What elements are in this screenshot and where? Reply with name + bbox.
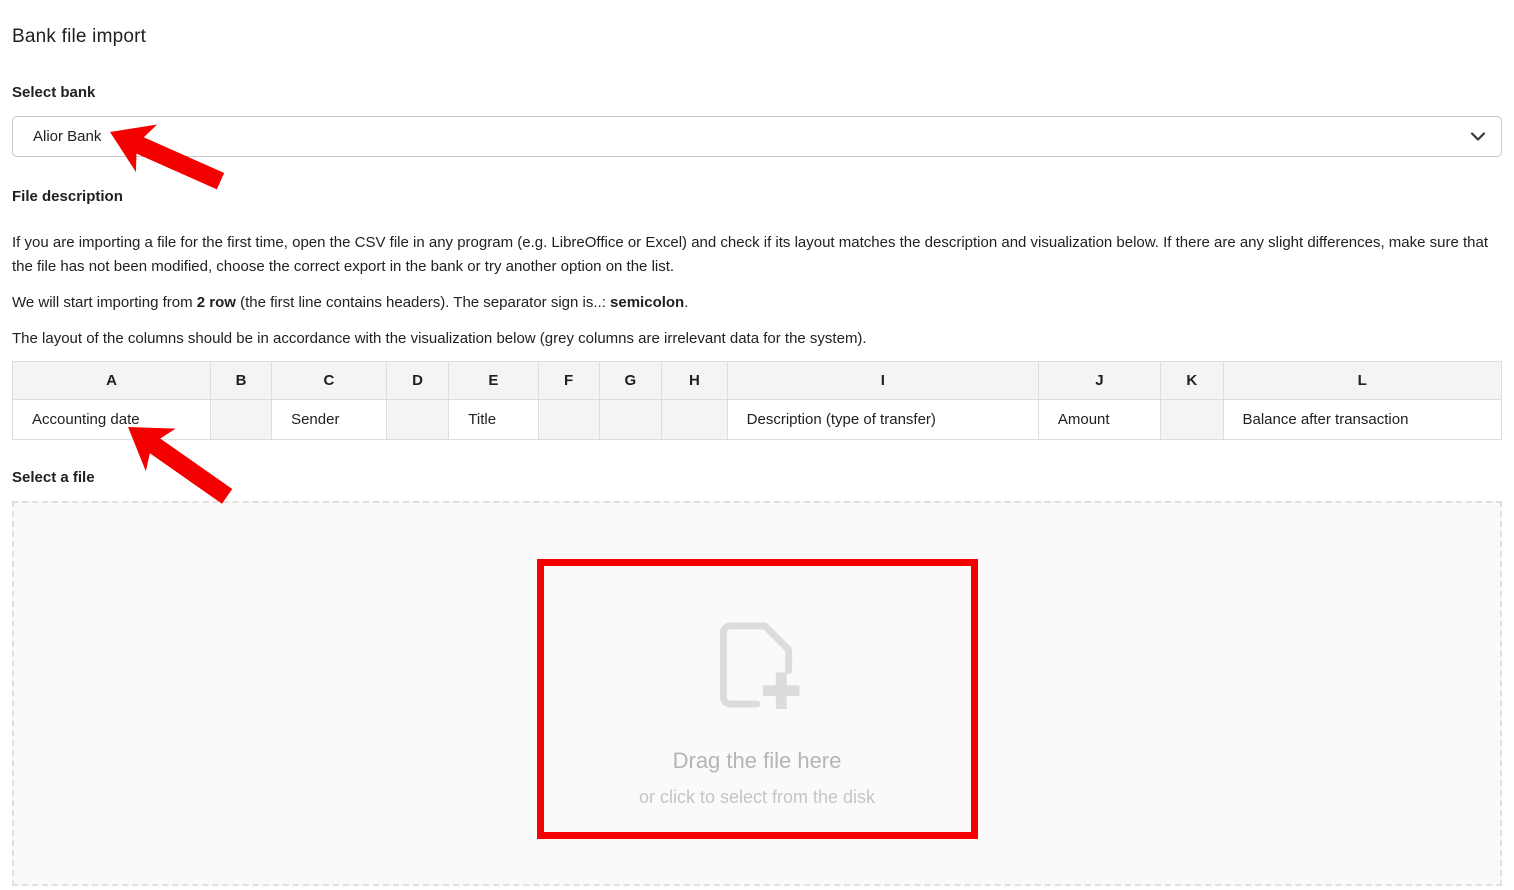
select-a-file-label: Select a file [12,469,1502,486]
import-settings-text: We will start importing from [12,294,197,311]
import-settings-text: (the first line contains headers). The s… [236,294,610,311]
layout-info-paragraph: The layout of the columns should be in a… [12,327,1502,351]
column-cell-accounting-date: Accounting date [13,400,211,440]
column-labels-row: Accounting date Sender Title Description… [13,400,1502,440]
start-row-value: 2 row [197,294,236,311]
column-cell-balance: Balance after transaction [1223,400,1502,440]
chevron-down-icon [1471,132,1485,141]
column-letters-row: A B C D E F G H I J K L [13,362,1502,400]
column-header-k: K [1160,362,1223,400]
column-header-l: L [1223,362,1502,400]
column-cell-irrelevant [599,400,662,440]
drop-subtitle: or click to select from the disk [639,787,875,808]
column-cell-sender: Sender [272,400,387,440]
column-cell-amount: Amount [1038,400,1160,440]
intro-paragraph: If you are importing a file for the firs… [12,231,1502,279]
column-cell-title: Title [449,400,538,440]
file-description-label: File description [12,188,1502,205]
column-header-b: B [211,362,272,400]
drop-title: Drag the file here [673,748,842,774]
import-settings-paragraph: We will start importing from 2 row (the … [12,291,1502,315]
red-highlight-box-annotation: Drag the file here or click to select fr… [537,559,978,839]
import-settings-text: . [684,294,688,311]
columns-visualization-table: A B C D E F G H I J K L Accounting date … [12,361,1502,440]
column-cell-irrelevant [662,400,728,440]
column-header-a: A [13,362,211,400]
column-cell-irrelevant [538,400,599,440]
separator-value: semicolon [610,294,684,311]
column-header-g: G [599,362,662,400]
bank-select-value: Alior Bank [33,128,101,145]
column-header-e: E [449,362,538,400]
column-cell-irrelevant [386,400,449,440]
column-header-f: F [538,362,599,400]
column-header-h: H [662,362,728,400]
column-cell-irrelevant [211,400,272,440]
column-header-d: D [386,362,449,400]
column-header-j: J [1038,362,1160,400]
page-title: Bank file import [12,26,1502,48]
file-dropzone[interactable]: Drag the file here or click to select fr… [12,501,1502,886]
column-cell-description: Description (type of transfer) [727,400,1038,440]
column-header-c: C [272,362,387,400]
file-add-icon [712,618,802,712]
column-header-i: I [727,362,1038,400]
bank-file-import-page: Bank file import Select bank Alior Bank … [0,0,1514,890]
select-bank-label: Select bank [12,84,1502,101]
bank-select[interactable]: Alior Bank [12,116,1502,157]
column-cell-irrelevant [1160,400,1223,440]
